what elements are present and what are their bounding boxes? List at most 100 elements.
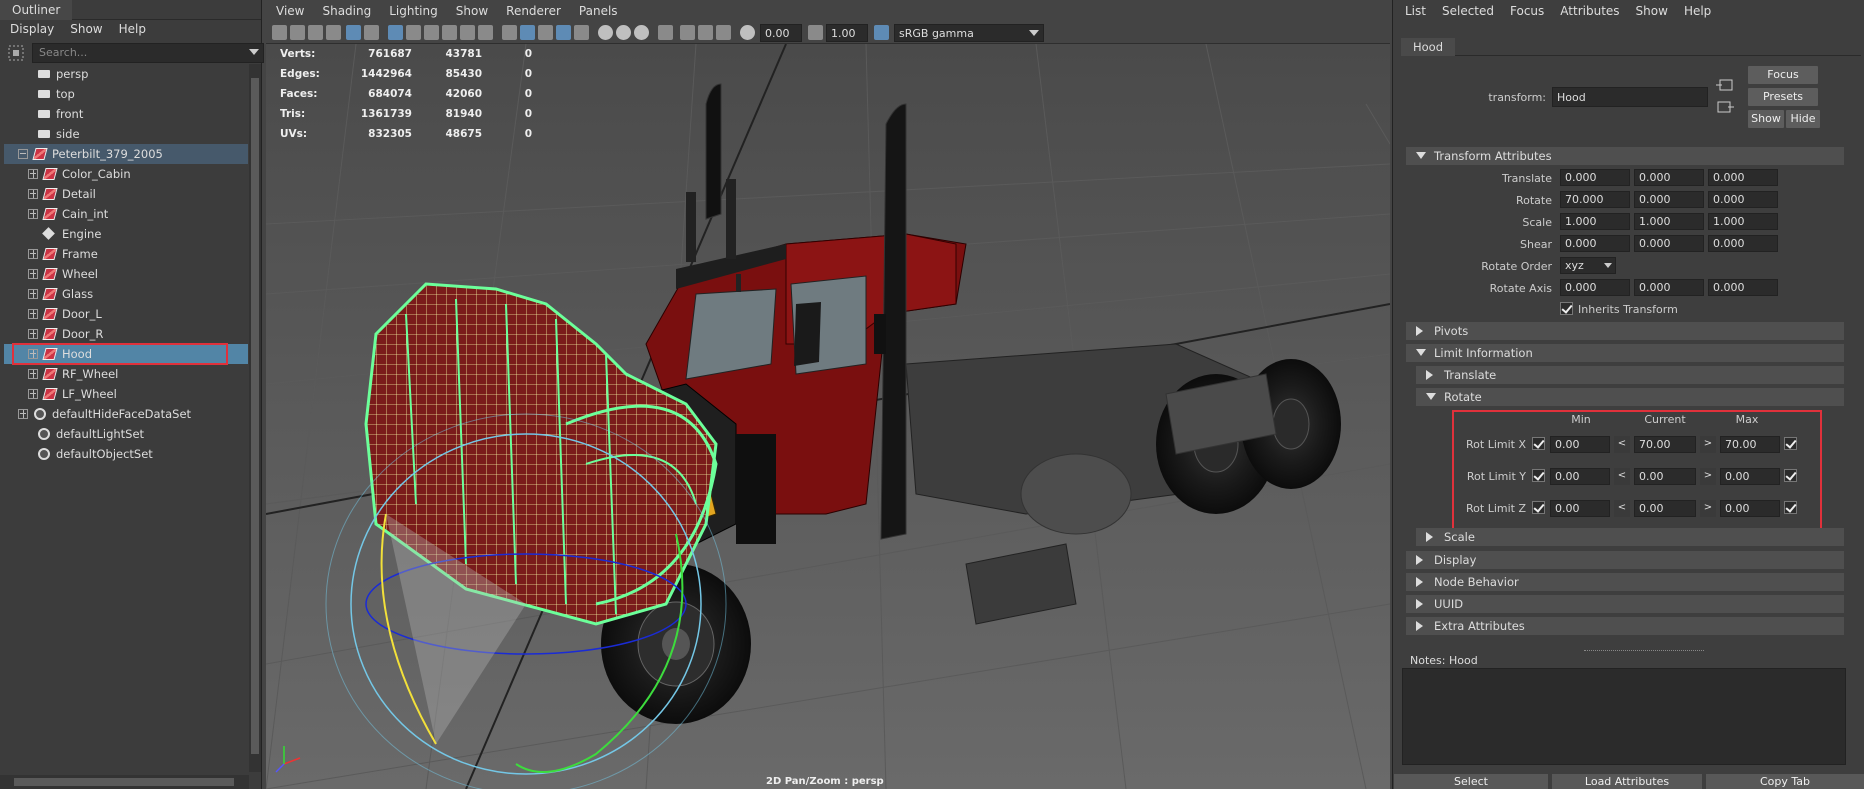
rot-limit-z-min-checkbox[interactable] (1532, 501, 1545, 514)
menu-help[interactable]: Help (1684, 4, 1711, 20)
rotate-order-dropdown[interactable]: xyz (1560, 257, 1616, 274)
rot-limit-y-min-field[interactable]: 0.00 (1550, 468, 1610, 485)
show-button[interactable]: Show (1748, 110, 1784, 128)
shear-y-field[interactable]: 0.000 (1634, 235, 1704, 252)
select-button[interactable]: Select (1394, 774, 1548, 789)
expand-icon[interactable] (28, 209, 38, 219)
section-node-behavior[interactable]: Node Behavior (1406, 573, 1844, 591)
expand-icon[interactable] (28, 369, 38, 379)
rot-limit-y-min-checkbox[interactable] (1532, 469, 1545, 482)
outliner-item[interactable]: Color_Cabin (4, 164, 248, 184)
rot-limit-x-current-field[interactable]: 70.00 (1634, 436, 1696, 453)
motion-blur-icon[interactable] (634, 25, 649, 40)
outliner-item[interactable]: defaultHideFaceDataSet (4, 404, 248, 424)
image-plane-icon[interactable] (326, 25, 341, 40)
viewport-3d-scene[interactable] (266, 44, 1390, 789)
outliner-hscrollbar[interactable] (0, 775, 249, 789)
film-gate-icon[interactable] (406, 25, 421, 40)
xray-components-icon[interactable] (716, 25, 731, 40)
outliner-item[interactable]: Wheel (4, 264, 248, 284)
menu-show[interactable]: Show (70, 22, 102, 38)
menu-focus[interactable]: Focus (1510, 4, 1544, 20)
rot-limit-x-max-checkbox[interactable] (1784, 437, 1797, 450)
collapse-icon[interactable] (18, 149, 28, 159)
expand-icon[interactable] (28, 309, 38, 319)
output-connection-icon[interactable] (1716, 100, 1734, 114)
xray-joints-icon[interactable] (698, 25, 713, 40)
expand-icon[interactable] (28, 329, 38, 339)
set-min-button[interactable]: < (1614, 436, 1630, 453)
wireframe-on-shaded-icon[interactable] (538, 25, 553, 40)
isolate-select-icon[interactable] (658, 25, 673, 40)
section-limit-scale[interactable]: Scale (1416, 528, 1844, 546)
outliner-item[interactable]: Cain_int (4, 204, 248, 224)
section-limit-information[interactable]: Limit Information (1406, 344, 1844, 362)
section-uuid[interactable]: UUID (1406, 595, 1844, 613)
focus-button[interactable]: Focus (1748, 66, 1818, 84)
rotate-z-field[interactable]: 0.000 (1708, 191, 1778, 208)
translate-z-field[interactable]: 0.000 (1708, 169, 1778, 186)
outliner-item[interactable]: front (4, 104, 248, 124)
vscroll-thumb[interactable] (251, 78, 259, 754)
set-min-button[interactable]: < (1614, 500, 1630, 517)
menu-show[interactable]: Show (1636, 4, 1668, 20)
tab-hood[interactable]: Hood (1401, 38, 1456, 56)
grease-pencil-icon[interactable] (364, 25, 379, 40)
shear-x-field[interactable]: 0.000 (1560, 235, 1630, 252)
outliner-item[interactable]: Door_R (4, 324, 248, 344)
translate-y-field[interactable]: 0.000 (1634, 169, 1704, 186)
filter-icon[interactable] (8, 45, 24, 61)
rot-limit-z-current-field[interactable]: 0.00 (1634, 500, 1696, 517)
select-camera-icon[interactable] (272, 25, 287, 40)
outliner-item[interactable]: Door_L (4, 304, 248, 324)
menu-panels[interactable]: Panels (579, 4, 618, 18)
hide-button[interactable]: Hide (1786, 110, 1820, 128)
rotate-axis-y-field[interactable]: 0.000 (1634, 279, 1704, 296)
menu-attributes[interactable]: Attributes (1560, 4, 1619, 20)
section-limit-translate[interactable]: Translate (1416, 366, 1844, 384)
camera-attributes-icon[interactable] (290, 25, 305, 40)
outliner-tab[interactable]: Outliner (0, 0, 73, 20)
field-chart-icon[interactable] (460, 25, 475, 40)
outliner-item[interactable]: defaultLightSet (4, 424, 248, 444)
translate-x-field[interactable]: 0.000 (1560, 169, 1630, 186)
notes-divider[interactable] (1584, 650, 1704, 651)
menu-selected[interactable]: Selected (1442, 4, 1494, 20)
search-input[interactable]: Search... (32, 43, 264, 63)
menu-display[interactable]: Display (10, 22, 54, 38)
expand-icon[interactable] (28, 249, 38, 259)
rot-limit-x-min-checkbox[interactable] (1532, 437, 1545, 450)
outliner-item[interactable]: defaultObjectSet (4, 444, 248, 464)
set-max-button[interactable]: > (1700, 436, 1716, 453)
section-display[interactable]: Display (1406, 551, 1844, 569)
rot-limit-y-max-checkbox[interactable] (1784, 469, 1797, 482)
copy-tab-button[interactable]: Copy Tab (1706, 774, 1864, 789)
outliner-item[interactable]: Engine (4, 224, 248, 244)
menu-list[interactable]: List (1405, 4, 1426, 20)
viewport-panel[interactable]: View Shading Lighting Show Renderer Pane… (266, 0, 1390, 789)
inherits-transform-checkbox[interactable] (1560, 302, 1573, 315)
scale-z-field[interactable]: 1.000 (1708, 213, 1778, 230)
outliner-item[interactable]: Detail (4, 184, 248, 204)
shear-z-field[interactable]: 0.000 (1708, 235, 1778, 252)
section-extra-attributes[interactable]: Extra Attributes (1406, 617, 1844, 635)
outliner-item[interactable]: top (4, 84, 248, 104)
rotate-axis-z-field[interactable]: 0.000 (1708, 279, 1778, 296)
wireframe-icon[interactable] (502, 25, 517, 40)
set-max-button[interactable]: > (1700, 468, 1716, 485)
2d-pan-zoom-icon[interactable] (346, 25, 361, 40)
expand-icon[interactable] (28, 189, 38, 199)
rotate-y-field[interactable]: 0.000 (1634, 191, 1704, 208)
bookmark-icon[interactable] (308, 25, 323, 40)
use-all-lights-icon[interactable] (574, 25, 589, 40)
color-management-icon[interactable] (874, 25, 889, 40)
outliner-vscrollbar[interactable] (249, 64, 261, 772)
outliner-item[interactable]: RF_Wheel (4, 364, 248, 384)
screen-space-ao-icon[interactable] (616, 25, 631, 40)
color-space-dropdown[interactable]: sRGB gamma (894, 24, 1044, 42)
outliner-item[interactable]: Peterbilt_379_2005 (4, 144, 248, 164)
hscroll-thumb[interactable] (14, 778, 234, 786)
grid-icon[interactable] (388, 25, 403, 40)
rotate-axis-x-field[interactable]: 0.000 (1560, 279, 1630, 296)
outliner-item[interactable]: side (4, 124, 248, 144)
